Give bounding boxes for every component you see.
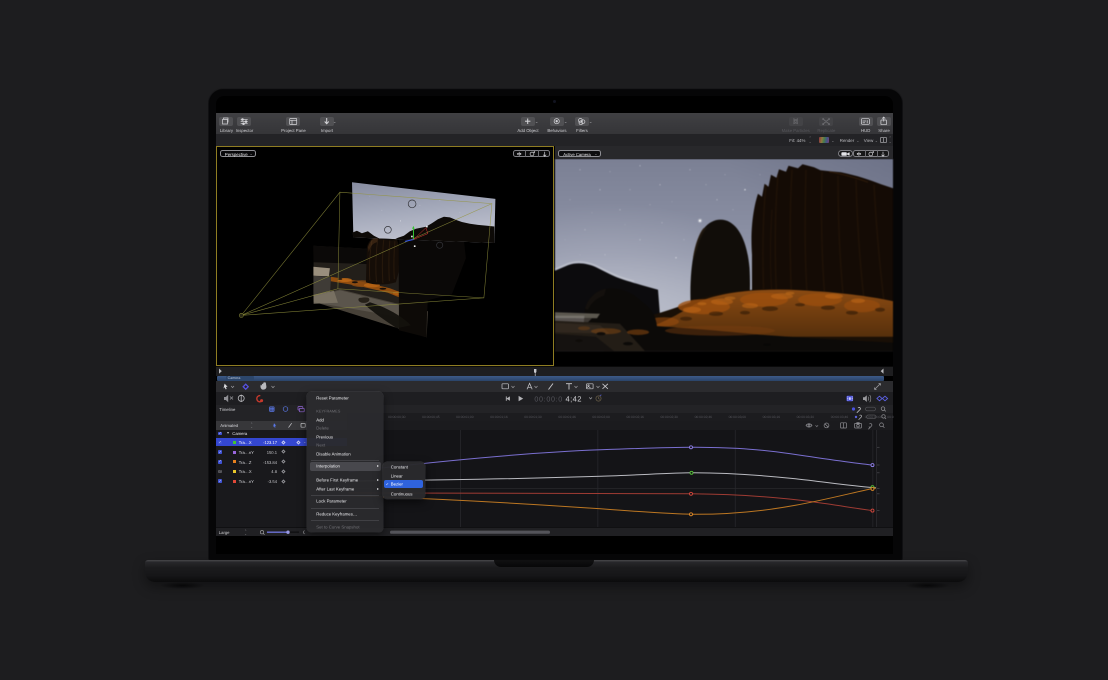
svg-text:00:00:0: 00:00:0 [535, 395, 564, 404]
svg-text:4;42: 4;42 [566, 395, 582, 404]
